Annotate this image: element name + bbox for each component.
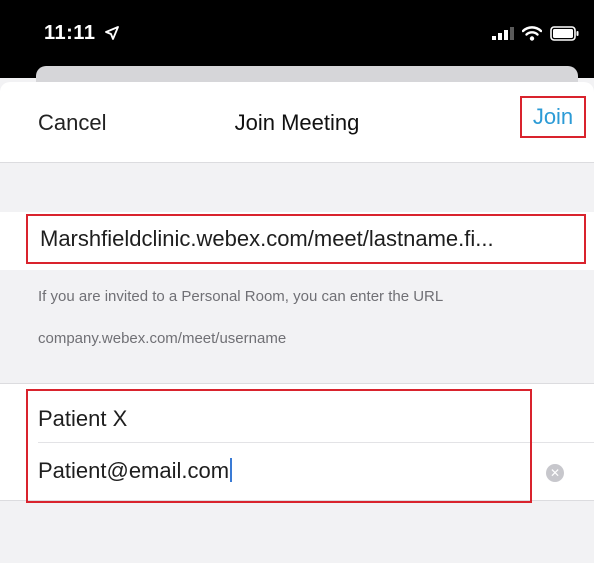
location-arrow-icon	[104, 26, 119, 40]
clear-x-icon[interactable]: ✕	[546, 464, 564, 482]
cellular-signal-icon	[492, 27, 514, 40]
join-button[interactable]: Join	[520, 96, 586, 138]
status-indicators	[492, 24, 580, 42]
wifi-icon	[522, 25, 542, 41]
user-info-group: Patient X Patient@email.com ✕	[0, 383, 594, 503]
url-hint-line-1: If you are invited to a Personal Room, y…	[38, 288, 444, 305]
join-meeting-screen: 11:11 Cancel Join Meeting Join Marshfiel…	[0, 0, 594, 563]
url-hint-line-2: company.webex.com/meet/username	[38, 330, 287, 347]
meeting-url-value: Marshfieldclinic.webex.com/meet/lastname…	[40, 226, 494, 251]
nav-bar: Cancel Join Meeting Join	[0, 82, 594, 163]
page-title: Join Meeting	[234, 110, 360, 135]
meeting-url-row: Marshfieldclinic.webex.com/meet/lastname…	[0, 212, 594, 270]
meeting-url-input[interactable]: Marshfieldclinic.webex.com/meet/lastname…	[26, 214, 586, 264]
status-time-text: 11:11	[44, 22, 96, 44]
battery-icon	[550, 25, 579, 41]
status-time: 11:11	[44, 22, 119, 45]
user-info-highlight-box	[26, 389, 532, 503]
